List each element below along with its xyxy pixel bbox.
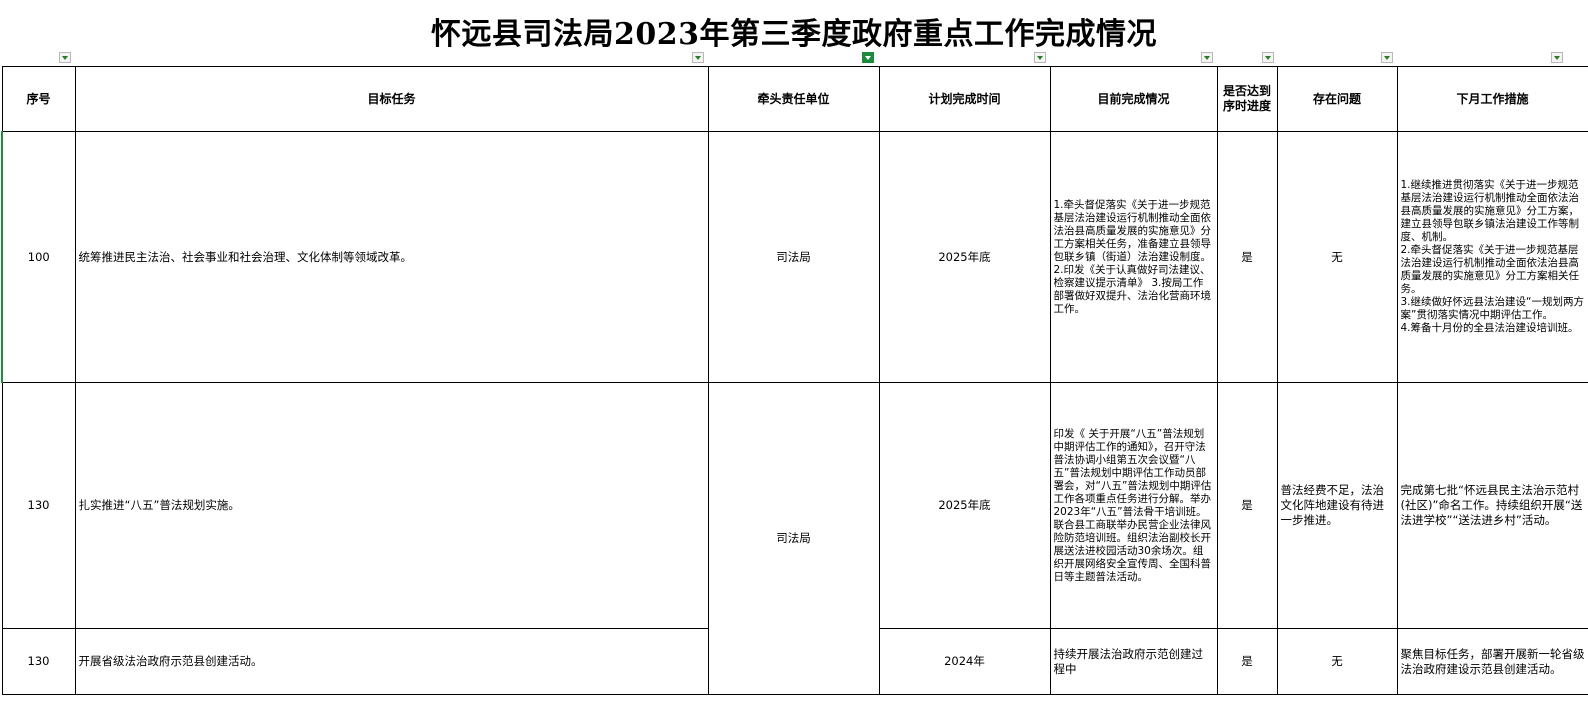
cell-status[interactable]: 持续开展法治政府示范创建过程中 — [1049, 628, 1218, 695]
page-title: 怀远县司法局2023年第三季度政府重点工作完成情况 — [431, 17, 1157, 52]
filter-dropdown-icon[interactable] — [1262, 52, 1274, 63]
filter-dropdown-icon[interactable] — [1381, 52, 1393, 63]
filter-dropdown-icon[interactable] — [1034, 52, 1046, 63]
cell-status[interactable]: 1.牵头督促落实《关于进一步规范基层法治建设运行机制推动全面依法治县高质量发展的… — [1049, 131, 1218, 383]
header-task[interactable]: 目标任务 — [74, 66, 709, 132]
header-progress[interactable]: 是否达到序时进度 — [1216, 66, 1278, 132]
cell-task[interactable]: 统筹推进民主法治、社会事业和社会治理、文化体制等领域改革。 — [74, 131, 709, 383]
header-status[interactable]: 目前完成情况 — [1049, 66, 1218, 132]
cell-next[interactable]: 聚焦目标任务，部署开展新一轮省级法治政府建设示范县创建活动。 — [1396, 628, 1588, 695]
cell-unit[interactable]: 司法局 — [707, 382, 880, 695]
cell-problem[interactable]: 无 — [1276, 131, 1398, 383]
cell-progress[interactable]: 是 — [1216, 131, 1278, 383]
cell-time[interactable]: 2025年底 — [878, 382, 1051, 629]
header-time[interactable]: 计划完成时间 — [878, 66, 1051, 132]
cell-progress[interactable]: 是 — [1216, 628, 1278, 695]
cell-time[interactable]: 2024年 — [878, 628, 1051, 695]
filter-dropdown-icon[interactable] — [1551, 52, 1563, 63]
cell-progress[interactable]: 是 — [1216, 382, 1278, 629]
filter-dropdown-icon[interactable] — [692, 52, 704, 63]
header-seq[interactable]: 序号 — [1, 66, 76, 132]
cell-task[interactable]: 扎实推进“八五”普法规划实施。 — [74, 382, 709, 629]
cell-status[interactable]: 印发《 关于开展“八五”普法规划中期评估工作的通知》，召开守法普法协调小组第五次… — [1049, 382, 1218, 629]
filter-dropdown-icon[interactable] — [59, 52, 71, 63]
cell-next[interactable]: 完成第七批“怀远县民主法治示范村(社区)”命名工作。持续组织开展“送法进学校”“… — [1396, 382, 1588, 629]
cell-time[interactable]: 2025年底 — [878, 131, 1051, 383]
header-problem[interactable]: 存在问题 — [1276, 66, 1398, 132]
header-unit[interactable]: 牵头责任单位 — [707, 66, 880, 132]
cell-unit[interactable]: 司法局 — [707, 131, 880, 383]
cell-seq[interactable]: 130 — [1, 382, 76, 629]
table-row: 100 统筹推进民主法治、社会事业和社会治理、文化体制等领域改革。 司法局 20… — [1, 131, 1588, 383]
filter-dropdown-icon[interactable] — [1201, 52, 1213, 63]
cell-seq[interactable]: 100 — [1, 131, 76, 383]
cell-next[interactable]: 1.继续推进贯彻落实《关于进一步规范基层法治建设运行机制推动全面依法治县高质量发… — [1396, 131, 1588, 383]
filter-active-icon[interactable] — [862, 52, 874, 63]
cell-task[interactable]: 开展省级法治政府示范县创建活动。 — [74, 628, 709, 695]
header-row: 序号 目标任务 牵头责任单位 计划完成时间 目前完成情况 是否达到序时进度 存在… — [1, 66, 1588, 132]
cell-problem[interactable]: 普法经费不足，法治文化阵地建设有待进一步推进。 — [1276, 382, 1398, 629]
cell-seq[interactable]: 130 — [1, 628, 76, 695]
cell-problem[interactable]: 无 — [1276, 628, 1398, 695]
work-table: 序号 目标任务 牵头责任单位 计划完成时间 目前完成情况 是否达到序时进度 存在… — [1, 66, 1588, 695]
header-next[interactable]: 下月工作措施 — [1396, 66, 1588, 132]
table-row: 130 扎实推进“八五”普法规划实施。 司法局 2025年底 印发《 关于开展“… — [1, 382, 1588, 695]
